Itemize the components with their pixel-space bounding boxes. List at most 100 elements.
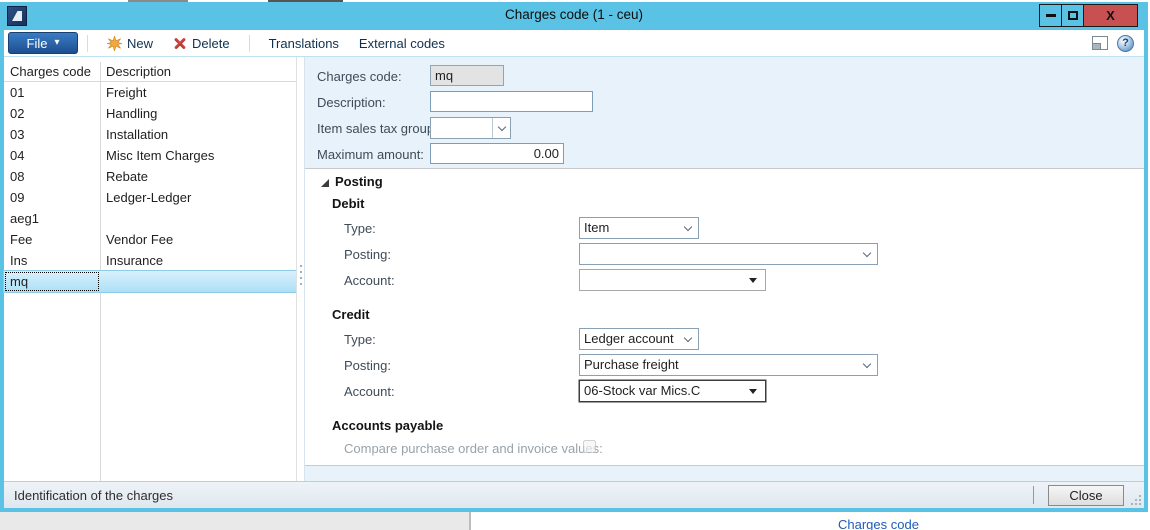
status-text: Identification of the charges	[14, 488, 173, 503]
posting-title[interactable]: Posting	[335, 174, 383, 189]
new-button-label: New	[127, 36, 153, 51]
table-row[interactable]: Ins Insurance	[4, 250, 296, 271]
credit-posting-select[interactable]: Purchase freight	[579, 354, 878, 376]
debit-title: Debit	[332, 196, 365, 211]
row-code-cell[interactable]: 04	[4, 145, 100, 166]
table-row[interactable]: 08 Rebate	[4, 166, 296, 187]
credit-account-select[interactable]: 06-Stock var Mics.C	[579, 380, 766, 402]
row-description-cell[interactable]: Vendor Fee	[100, 229, 296, 250]
new-button[interactable]: New	[97, 32, 163, 54]
minimize-button[interactable]	[1040, 5, 1062, 26]
table-row[interactable]: mq	[4, 271, 296, 292]
row-code-cell[interactable]: 09	[4, 187, 100, 208]
background-pane	[0, 512, 471, 530]
row-code-cell[interactable]: 01	[4, 82, 100, 103]
credit-account-value: 06-Stock var Mics.C	[584, 381, 745, 401]
compare-values-label: Compare purchase order and invoice value…	[344, 441, 603, 456]
menubar-right-icons: ?	[1092, 35, 1134, 52]
posting-section: Posting Debit Type: Item Posting: Accoun…	[305, 168, 1144, 466]
translations-menu-item[interactable]: Translations	[259, 32, 349, 54]
credit-type-select[interactable]: Ledger account	[579, 328, 699, 350]
chevron-down-icon	[684, 334, 692, 342]
row-code-cell[interactable]: aeg1	[4, 208, 100, 229]
close-button[interactable]: Close	[1048, 485, 1124, 506]
row-code-cell[interactable]: 03	[4, 124, 100, 145]
charges-code-label: Charges code:	[317, 69, 402, 84]
row-description-cell[interactable]	[100, 271, 296, 292]
credit-type-label: Type:	[344, 332, 376, 347]
row-code-cell[interactable]: 08	[4, 166, 100, 187]
credit-title: Credit	[332, 307, 370, 322]
translations-label: Translations	[269, 36, 339, 51]
minimize-icon	[1046, 14, 1056, 17]
maximum-amount-field[interactable]	[430, 143, 564, 164]
debit-account-label: Account:	[344, 273, 395, 288]
row-description-cell[interactable]: Ledger-Ledger	[100, 187, 296, 208]
chevron-down-icon	[863, 360, 871, 368]
lookup-triangle-icon	[749, 389, 757, 394]
header-charges-code[interactable]: Charges code	[10, 64, 91, 79]
resize-grip[interactable]	[1131, 495, 1141, 505]
menubar: File ▾ New Delete Translations External …	[4, 30, 1144, 57]
details-form: Charges code: Description: Item sales ta…	[305, 57, 1144, 481]
table-row[interactable]: 09 Ledger-Ledger	[4, 187, 296, 208]
row-description-cell[interactable]: Handling	[100, 103, 296, 124]
accounts-payable-title: Accounts payable	[332, 418, 443, 433]
window-content: Charges code Description 01 Freight 02 H…	[4, 57, 1144, 481]
table-row[interactable]: Fee Vendor Fee	[4, 229, 296, 250]
file-menu-label: File	[27, 36, 48, 51]
chevron-down-icon	[684, 223, 692, 231]
row-description-cell[interactable]: Insurance	[100, 250, 296, 271]
pane-splitter[interactable]	[296, 57, 305, 481]
external-codes-label: External codes	[359, 36, 445, 51]
credit-posting-label: Posting:	[344, 358, 391, 373]
description-field[interactable]	[430, 91, 593, 112]
maximize-button[interactable]	[1062, 5, 1084, 26]
window-title: Charges code (1 - ceu)	[0, 7, 1148, 22]
debit-posting-select[interactable]	[579, 243, 878, 265]
table-row[interactable]: 01 Freight	[4, 82, 296, 103]
close-window-button[interactable]: X	[1084, 5, 1137, 26]
table-row[interactable]: 02 Handling	[4, 103, 296, 124]
debit-type-select[interactable]: Item	[579, 217, 699, 239]
table-row[interactable]: 04 Misc Item Charges	[4, 145, 296, 166]
credit-type-value: Ledger account	[584, 329, 678, 349]
chevron-down-icon	[863, 249, 871, 257]
compare-values-checkbox	[583, 440, 596, 453]
lookup-triangle-icon	[749, 278, 757, 283]
debit-posting-label: Posting:	[344, 247, 391, 262]
delete-button[interactable]: Delete	[163, 32, 240, 54]
status-divider	[1033, 486, 1034, 504]
row-description-cell[interactable]: Rebate	[100, 166, 296, 187]
row-code-cell[interactable]: mq	[4, 271, 100, 292]
row-code-cell[interactable]: Ins	[4, 250, 100, 271]
charges-grid: Charges code Description 01 Freight 02 H…	[4, 57, 296, 481]
row-description-cell[interactable]	[100, 208, 296, 229]
description-label: Description:	[317, 95, 386, 110]
dropdown-button[interactable]	[492, 118, 510, 138]
background-partial-title: Charges code	[838, 517, 919, 530]
help-icon[interactable]: ?	[1117, 35, 1134, 52]
header-description[interactable]: Description	[106, 64, 171, 79]
row-code-cell[interactable]: 02	[4, 103, 100, 124]
debit-type-label: Type:	[344, 221, 376, 236]
external-codes-menu-item[interactable]: External codes	[349, 32, 455, 54]
maximum-amount-label: Maximum amount:	[317, 147, 424, 162]
file-menu-button[interactable]: File ▾	[8, 32, 78, 54]
debit-account-select[interactable]	[579, 269, 766, 291]
close-icon: X	[1106, 8, 1115, 23]
item-sales-tax-group-select[interactable]	[430, 117, 511, 139]
credit-posting-value: Purchase freight	[584, 355, 857, 375]
row-code-cell[interactable]: Fee	[4, 229, 100, 250]
layout-pane-icon[interactable]	[1092, 36, 1108, 50]
row-description-cell[interactable]: Freight	[100, 82, 296, 103]
row-description-cell[interactable]: Misc Item Charges	[100, 145, 296, 166]
delete-button-label: Delete	[192, 36, 230, 51]
maximize-icon	[1068, 11, 1078, 20]
table-row[interactable]: 03 Installation	[4, 124, 296, 145]
table-row[interactable]: aeg1	[4, 208, 296, 229]
collapse-triangle-icon[interactable]	[321, 179, 329, 187]
row-description-cell[interactable]: Installation	[100, 124, 296, 145]
status-bar: Identification of the charges Close	[4, 481, 1144, 508]
background-window: Charges code	[0, 512, 1150, 530]
